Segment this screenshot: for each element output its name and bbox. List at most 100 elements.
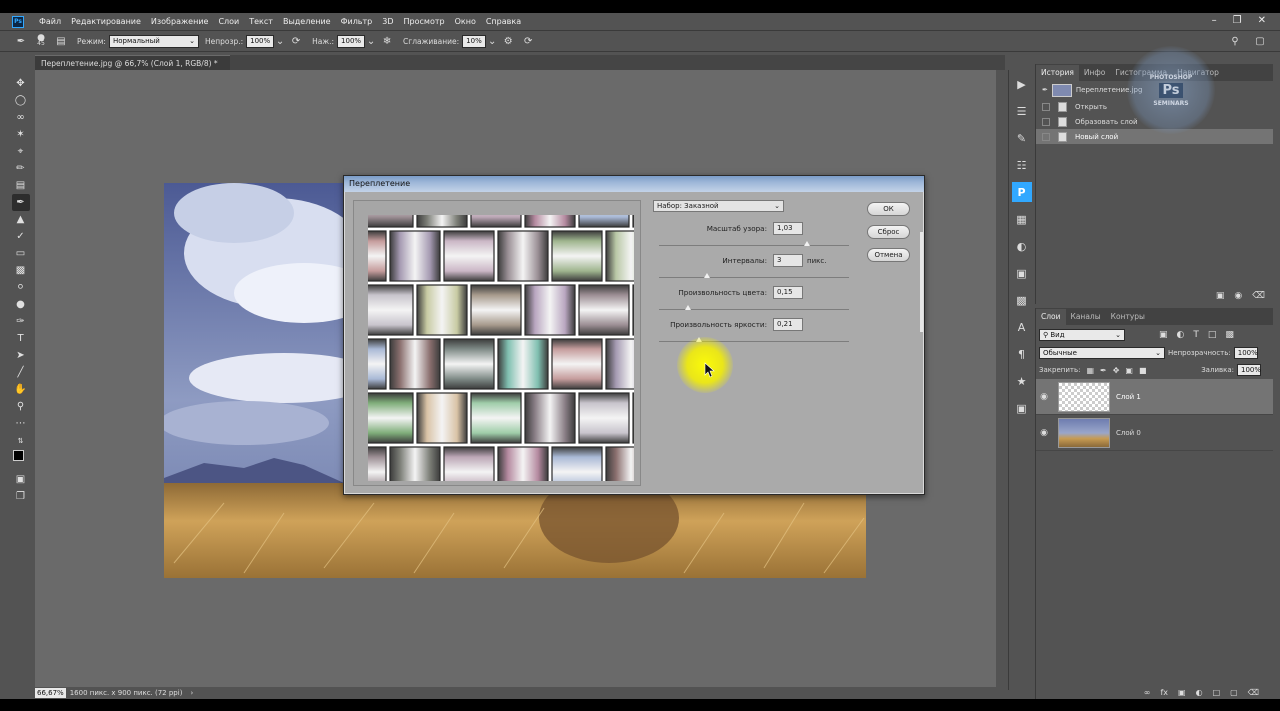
path-select-tool-icon[interactable]: ➤ xyxy=(12,347,30,364)
tab-layers[interactable]: Слои xyxy=(1036,309,1066,325)
properties-icon[interactable]: ☷ xyxy=(1012,155,1032,175)
brightness-randomness-field[interactable]: 0,21 xyxy=(773,318,803,331)
lock-pixels-icon[interactable]: ▦ xyxy=(1086,366,1094,375)
color-randomness-knob[interactable] xyxy=(684,305,691,310)
dodge-tool-icon[interactable]: ● xyxy=(12,296,30,313)
move-tool-icon[interactable]: ✥ xyxy=(12,75,30,92)
foreground-color[interactable] xyxy=(12,450,24,461)
quick-select-tool-icon[interactable]: ✶ xyxy=(12,126,30,143)
hand-tool-icon[interactable]: ✋ xyxy=(12,381,30,398)
color-randomness-field[interactable]: 0,15 xyxy=(773,286,803,299)
menu-select[interactable]: Выделение xyxy=(278,17,336,26)
blend-mode-select[interactable]: Обычные ⌄ xyxy=(1039,347,1165,359)
chevron-down-icon[interactable]: ⌄ xyxy=(275,34,285,48)
brush-tool-icon[interactable]: ✒ xyxy=(11,194,30,211)
more-tools-icon[interactable]: ⋯ xyxy=(12,415,30,432)
type-tool-icon[interactable]: T xyxy=(12,330,30,347)
marquee-tool-icon[interactable]: ◯ xyxy=(12,92,30,109)
line-tool-icon[interactable]: ╱ xyxy=(12,364,30,381)
eye-icon[interactable]: ◉ xyxy=(1036,428,1052,438)
chevron-down-icon[interactable]: ⌄ xyxy=(487,34,497,48)
channels-icon[interactable]: ▩ xyxy=(1012,290,1032,310)
menu-image[interactable]: Изображение xyxy=(146,17,214,26)
shape-filter-icon[interactable]: □ xyxy=(1208,330,1217,340)
glyphs-icon[interactable]: ★ xyxy=(1012,371,1032,391)
gradient-tool-icon[interactable]: ▩ xyxy=(12,262,30,279)
close-icon[interactable]: ✕ xyxy=(1258,15,1266,26)
pen-tool-icon[interactable]: ✑ xyxy=(12,313,30,330)
trash-icon[interactable]: ⌫ xyxy=(1248,688,1259,697)
new-layer-icon[interactable]: ▢ xyxy=(1230,688,1238,697)
brush-settings-icon[interactable]: ▤ xyxy=(54,34,68,48)
lock-position-icon[interactable]: ✥ xyxy=(1113,366,1120,375)
character-icon[interactable]: A xyxy=(1012,317,1032,337)
adjustment-filter-icon[interactable]: ◐ xyxy=(1177,330,1185,340)
camera-icon[interactable]: ▣ xyxy=(1216,291,1225,301)
stamp-tool-icon[interactable]: ▲ xyxy=(12,211,30,228)
layer-filter-select[interactable]: ⚲ Вид ⌄ xyxy=(1039,329,1125,341)
menu-view[interactable]: Просмотр xyxy=(399,17,450,26)
lock-paint-icon[interactable]: ✒ xyxy=(1100,366,1107,375)
mode-select[interactable]: Нормальный ⌄ xyxy=(108,34,199,48)
workspace-icon[interactable]: ▢ xyxy=(1253,34,1267,48)
color-swatches[interactable] xyxy=(12,449,30,471)
history-brush-tool-icon[interactable]: ✓ xyxy=(12,228,30,245)
color-wheel-icon[interactable]: ◐ xyxy=(1012,236,1032,256)
quick-mask-icon[interactable]: ▣ xyxy=(12,471,30,488)
opacity-field[interactable]: 100% xyxy=(1233,347,1258,359)
image-filter-icon[interactable]: ▣ xyxy=(1159,330,1168,340)
snapshot-icon[interactable]: ◉ xyxy=(1234,291,1242,301)
blur-tool-icon[interactable]: ⚪ xyxy=(12,279,30,296)
mask-icon[interactable]: ▣ xyxy=(1178,688,1186,697)
smoothing-field[interactable]: 10% xyxy=(462,34,487,48)
smart-filter-icon[interactable]: ▩ xyxy=(1225,330,1234,340)
brush-tool-icon[interactable]: ✒ xyxy=(14,34,28,48)
tab-paths[interactable]: Контуры xyxy=(1106,309,1150,325)
healing-tool-icon[interactable]: ▤ xyxy=(12,177,30,194)
minimize-icon[interactable]: – xyxy=(1212,15,1217,26)
swap-colors-icon[interactable]: ⇅ xyxy=(12,432,30,449)
libraries-icon[interactable]: ▣ xyxy=(1012,263,1032,283)
pressure-size-icon[interactable]: ⟳ xyxy=(521,34,535,48)
zoom-field[interactable]: 66,67% xyxy=(35,688,66,698)
chevron-down-icon[interactable]: ⌄ xyxy=(366,34,376,48)
spacing-field[interactable]: 3 xyxy=(773,254,803,267)
menu-filter[interactable]: Фильтр xyxy=(336,17,378,26)
adjustments-icon[interactable]: ☰ xyxy=(1012,101,1032,121)
dialog-title[interactable]: Переплетение xyxy=(344,176,924,192)
eraser-tool-icon[interactable]: ▭ xyxy=(12,245,30,262)
search-icon[interactable]: ⚲ xyxy=(1228,34,1242,48)
gear-icon[interactable]: ⚙ xyxy=(501,34,515,48)
menu-help[interactable]: Справка xyxy=(481,17,526,26)
zoom-tool-icon[interactable]: ⚲ xyxy=(12,398,30,415)
lock-all-icon[interactable]: ■ xyxy=(1139,366,1147,375)
menu-type[interactable]: Текст xyxy=(244,17,278,26)
grid-icon[interactable]: ▦ xyxy=(1012,209,1032,229)
menu-layers[interactable]: Слои xyxy=(213,17,244,26)
menu-edit[interactable]: Редактирование xyxy=(66,17,146,26)
menu-3d[interactable]: 3D xyxy=(377,17,398,26)
chevron-right-icon[interactable]: › xyxy=(190,689,193,697)
spacing-knob[interactable] xyxy=(703,273,710,278)
tab-channels[interactable]: Каналы xyxy=(1066,309,1106,325)
layer-row[interactable]: ◉ Слой 0 xyxy=(1036,415,1273,451)
adjustment-icon[interactable]: ◐ xyxy=(1196,688,1203,697)
screen-mode-icon[interactable]: ❐ xyxy=(12,488,30,505)
trash-icon[interactable]: ⌫ xyxy=(1252,291,1265,301)
ok-button[interactable]: ОК xyxy=(867,202,910,216)
tab-info[interactable]: Инфо xyxy=(1079,65,1111,81)
pattern-scale-slider[interactable] xyxy=(659,245,849,246)
brush-preset-picker[interactable]: ● 45 xyxy=(34,34,48,48)
checkbox-icon[interactable] xyxy=(1042,117,1050,126)
group-icon[interactable]: □ xyxy=(1213,688,1221,697)
paragraph-icon[interactable]: ¶ xyxy=(1012,344,1032,364)
cancel-button[interactable]: Отмена xyxy=(867,248,910,262)
paragraph-p-icon[interactable]: P xyxy=(1011,182,1032,202)
pattern-scale-knob[interactable] xyxy=(804,241,811,246)
menu-window[interactable]: Окно xyxy=(450,17,481,26)
pattern-scale-field[interactable]: 1,03 xyxy=(773,222,803,235)
fill-field[interactable]: 100% xyxy=(1237,364,1261,376)
pressure-opacity-icon[interactable]: ⟳ xyxy=(289,34,303,48)
tab-history[interactable]: История xyxy=(1036,65,1079,81)
checkbox-icon[interactable] xyxy=(1042,102,1050,111)
